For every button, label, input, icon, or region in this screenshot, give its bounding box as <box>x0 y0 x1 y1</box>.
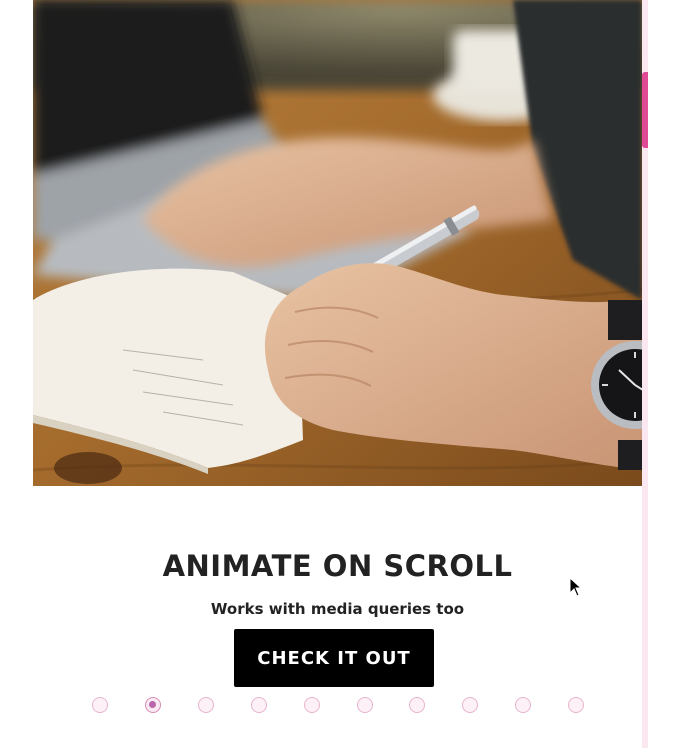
pagination-dot-6[interactable] <box>357 697 373 713</box>
check-it-out-button[interactable]: CHECK IT OUT <box>234 629 434 687</box>
pagination-dot-2-active[interactable] <box>145 697 161 713</box>
pagination-dot-9[interactable] <box>515 697 531 713</box>
pagination-dot-3[interactable] <box>198 697 214 713</box>
pagination-dot-5[interactable] <box>304 697 320 713</box>
hero-image <box>33 0 642 486</box>
pagination-dot-4[interactable] <box>251 697 267 713</box>
page: ANIMATE ON SCROLL Works with media queri… <box>0 0 680 748</box>
pagination-dot-8[interactable] <box>462 697 478 713</box>
pagination-dot-7[interactable] <box>409 697 425 713</box>
carousel-slide: ANIMATE ON SCROLL Works with media queri… <box>33 0 642 748</box>
slide-title: ANIMATE ON SCROLL <box>162 549 513 583</box>
pagination-dot-1[interactable] <box>92 697 108 713</box>
pagination-dot-10[interactable] <box>568 697 584 713</box>
mouse-cursor-icon <box>569 577 583 597</box>
slide-subtitle: Works with media queries too <box>210 600 465 618</box>
carousel-pagination <box>0 696 680 716</box>
scrollbar-thumb[interactable] <box>642 72 648 148</box>
